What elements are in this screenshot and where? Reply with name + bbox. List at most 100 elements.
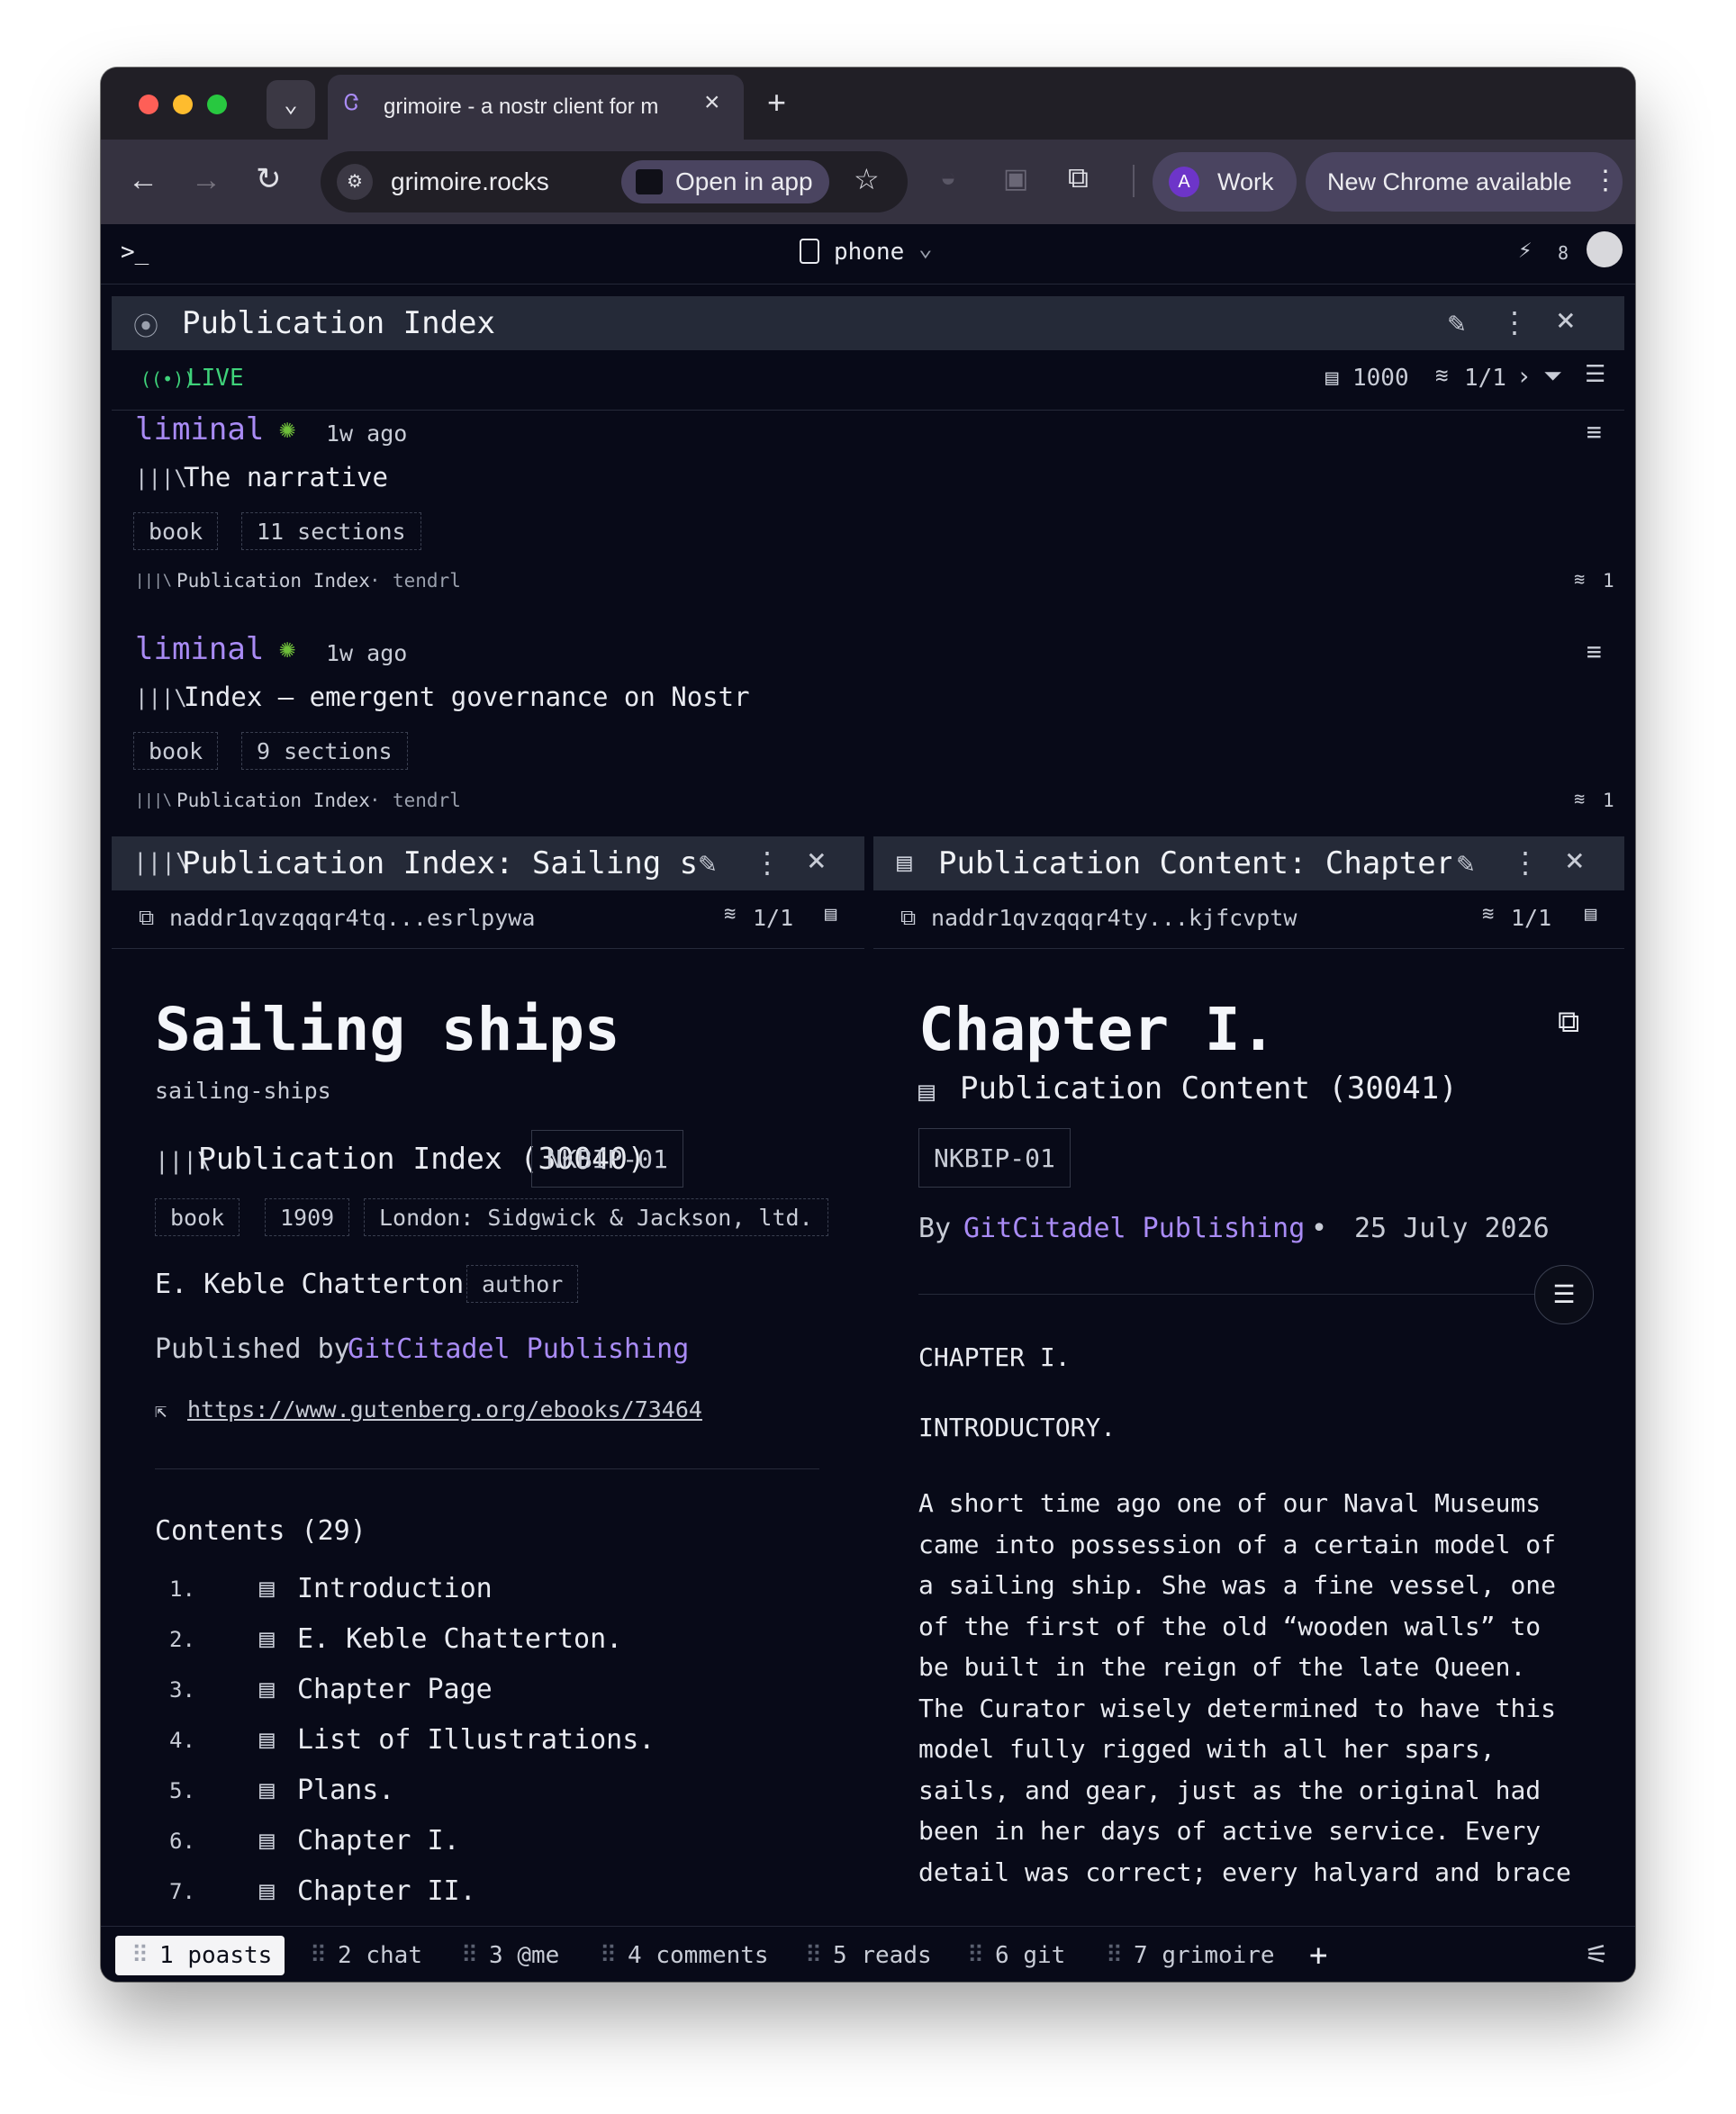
address-bar[interactable]: ⚙ grimoire.rocks Open in app ☆ bbox=[321, 151, 908, 212]
site-settings-icon[interactable]: ⚙ bbox=[337, 164, 373, 200]
naddr-text[interactable]: naddr1qvzqqqr4ty...kjfcvptw bbox=[931, 905, 1297, 931]
layout-settings-icon[interactable]: ⚟ bbox=[1585, 1936, 1609, 1975]
list-icon[interactable]: ☰ bbox=[1585, 361, 1605, 388]
library-icon: |||\ bbox=[135, 465, 187, 491]
raw-json-icon[interactable]: ▤ bbox=[825, 903, 836, 926]
event-count: 1000 bbox=[1352, 365, 1409, 392]
workspace-tab-chat[interactable]: ⠿ 2 chat bbox=[310, 1936, 422, 1975]
edit-pencil-icon[interactable]: ✎ bbox=[1448, 305, 1465, 339]
workspace-tab-comments[interactable]: ⠿ 4 comments bbox=[600, 1936, 769, 1975]
extensions-icon[interactable]: ⧉ bbox=[1068, 161, 1089, 195]
close-icon[interactable]: × bbox=[1556, 302, 1576, 339]
user-avatar[interactable] bbox=[1587, 231, 1623, 267]
extension-puzzle-grid-icon[interactable]: ▣ bbox=[1003, 163, 1028, 194]
kind-label[interactable]: Publication Index bbox=[176, 790, 370, 811]
copy-icon[interactable]: ⧉ bbox=[900, 905, 916, 930]
close-tab-icon[interactable]: × bbox=[704, 87, 720, 118]
workspace-tab-grimoire[interactable]: ⠿ 7 grimoire bbox=[1106, 1936, 1275, 1975]
add-workspace-icon[interactable]: + bbox=[1309, 1936, 1327, 1975]
document-icon: ▤ bbox=[259, 1623, 275, 1653]
left-panel-header: |||\ Publication Index: Sailing sh ✎ ⋮ × bbox=[112, 836, 864, 890]
copy-icon[interactable]: ⧉ bbox=[139, 905, 154, 930]
drag-handle-icon[interactable]: ⠿ bbox=[600, 1942, 617, 1969]
toc-number: 2. bbox=[169, 1627, 195, 1652]
drag-handle-icon[interactable]: ⠿ bbox=[1106, 1942, 1123, 1969]
drag-handle-icon[interactable]: ⠿ bbox=[967, 1942, 984, 1969]
more-vertical-icon[interactable]: ⋮ bbox=[753, 845, 782, 880]
naddr-text[interactable]: naddr1qvzqqqr4tq...esrlpywa bbox=[169, 905, 535, 931]
workspace-tab-label: 1 poasts bbox=[159, 1942, 273, 1969]
drag-handle-icon[interactable]: ⠿ bbox=[310, 1942, 327, 1969]
drag-handle-icon[interactable]: ⠿ bbox=[461, 1942, 478, 1969]
menu-icon[interactable]: ≡ bbox=[1587, 637, 1602, 666]
minimize-window-button[interactable] bbox=[173, 95, 193, 114]
command-prompt-button[interactable]: >_ bbox=[121, 239, 149, 266]
raw-json-icon[interactable]: ▤ bbox=[1585, 903, 1596, 926]
filter-icon[interactable]: ⏷ bbox=[1543, 363, 1562, 391]
update-chrome-button[interactable]: New Chrome available ⋮ bbox=[1306, 152, 1623, 212]
kind-label[interactable]: Publication Index bbox=[176, 570, 370, 592]
drag-handle-icon[interactable]: ⠿ bbox=[805, 1942, 822, 1969]
browser-tab[interactable]: Ꮳ grimoire - a nostr client for m × bbox=[328, 75, 744, 140]
author-name[interactable]: E. Keble Chatterton bbox=[155, 1269, 464, 1300]
relay-count[interactable]: 1/1 bbox=[1464, 365, 1506, 392]
body-line: of the first of the old “wooden walls” t… bbox=[918, 1611, 1542, 1641]
profile-button[interactable]: A Work bbox=[1153, 152, 1297, 212]
edit-pencil-icon[interactable]: ✎ bbox=[699, 845, 716, 880]
library-icon: |||\ bbox=[135, 685, 187, 710]
right-panel-header: ▤ Publication Content: Chapter ✎ ⋮ × bbox=[873, 836, 1624, 890]
back-arrow-icon[interactable]: ← bbox=[128, 163, 158, 198]
library-icon: |||\ bbox=[135, 791, 172, 809]
author-name[interactable]: liminal bbox=[135, 411, 264, 447]
close-window-button[interactable] bbox=[139, 95, 158, 114]
publication-slug: sailing-ships bbox=[155, 1078, 331, 1104]
chevron-right-icon[interactable]: › bbox=[1516, 361, 1532, 391]
document-icon: ▤ bbox=[259, 1573, 275, 1603]
relay-count[interactable]: 1/1 bbox=[1511, 905, 1551, 931]
more-vertical-icon[interactable]: ⋮ bbox=[1500, 305, 1529, 339]
drag-handle-icon[interactable]: ⠿ bbox=[131, 1942, 149, 1969]
grimoire-favicon-icon: Ꮳ bbox=[344, 91, 359, 115]
nip-badge[interactable]: NKBIP-01 bbox=[531, 1130, 683, 1188]
item-title[interactable]: The narrative bbox=[184, 462, 388, 492]
publisher-link[interactable]: GitCitadel Publishing bbox=[348, 1333, 689, 1365]
publisher-link[interactable]: GitCitadel Publishing bbox=[963, 1213, 1305, 1244]
document-icon: ▤ bbox=[1325, 365, 1339, 390]
workspace-tab-reads[interactable]: ⠿ 5 reads bbox=[805, 1936, 932, 1975]
tag-badge: 1909 bbox=[265, 1198, 350, 1236]
browser-toolbar: ← → ↻ ⚙ grimoire.rocks Open in app ☆ ◒ ▣… bbox=[101, 140, 1635, 224]
maximize-window-button[interactable] bbox=[207, 95, 227, 114]
item-title[interactable]: Index — emergent governance on Nostr bbox=[184, 682, 750, 712]
forward-arrow-icon[interactable]: → bbox=[191, 163, 222, 198]
magic-wand-icon[interactable]: ⚡ bbox=[1518, 237, 1533, 264]
workspace-tab-poasts[interactable]: ⠿ 1 poasts bbox=[115, 1936, 285, 1975]
bullet-separator: • bbox=[1311, 1213, 1328, 1244]
close-icon[interactable]: × bbox=[1565, 842, 1585, 879]
open-in-app-button[interactable]: Open in app bbox=[621, 160, 829, 203]
feed-item[interactable]: liminal ✺ 1w ago ≡ |||\ The narrative bo… bbox=[112, 411, 1624, 628]
nip-badge[interactable]: NKBIP-01 bbox=[918, 1128, 1071, 1188]
new-tab-icon[interactable]: + bbox=[767, 84, 786, 122]
source-link[interactable]: https://www.gutenberg.org/ebooks/73464 bbox=[187, 1396, 702, 1423]
extension-ghost-icon[interactable]: ◒ bbox=[940, 163, 956, 194]
toc-toggle-button[interactable]: ☰ bbox=[1534, 1265, 1594, 1324]
menu-icon[interactable]: ≡ bbox=[1587, 417, 1602, 447]
chevron-down-icon: ⌄ bbox=[918, 235, 933, 262]
feed-item[interactable]: liminal ✺ 1w ago ≡ |||\ Index — emergent… bbox=[112, 631, 1624, 847]
close-icon[interactable]: × bbox=[807, 842, 827, 879]
edit-pencil-icon[interactable]: ✎ bbox=[1457, 845, 1474, 880]
more-vertical-icon[interactable]: ⋮ bbox=[1511, 845, 1540, 880]
author-name[interactable]: liminal bbox=[135, 631, 264, 667]
update-label: New Chrome available bbox=[1327, 168, 1572, 195]
wand-count: 8 bbox=[1558, 242, 1569, 264]
copy-icon[interactable]: ⧉ bbox=[1558, 1004, 1579, 1040]
reload-icon[interactable]: ↻ bbox=[256, 161, 282, 197]
workspace-tab-me[interactable]: ⠿ 3 @me bbox=[461, 1936, 559, 1975]
relay-count[interactable]: 1/1 bbox=[753, 905, 793, 931]
tab-search-button[interactable]: ⌄ bbox=[267, 80, 315, 129]
bookmark-star-icon[interactable]: ☆ bbox=[854, 162, 880, 196]
workspace-tab-git[interactable]: ⠿ 6 git bbox=[967, 1936, 1065, 1975]
workspace-tab-label: 4 comments bbox=[628, 1942, 769, 1969]
url-text[interactable]: grimoire.rocks bbox=[391, 167, 549, 196]
by-prefix: By bbox=[918, 1213, 952, 1244]
